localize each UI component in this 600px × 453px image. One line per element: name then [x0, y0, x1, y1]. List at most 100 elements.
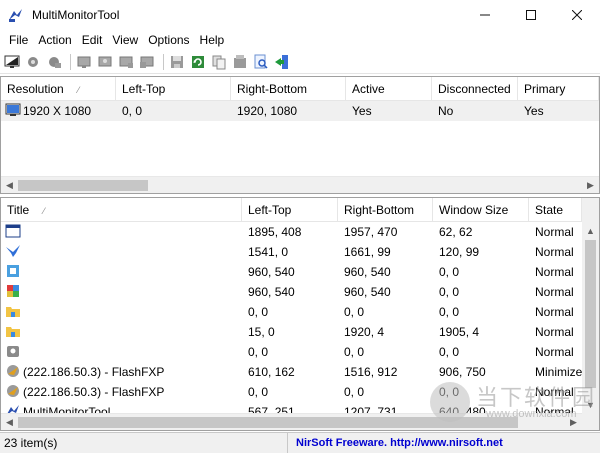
minimize-button[interactable]: [462, 0, 508, 30]
window-icon: [5, 224, 21, 238]
cell-resolution: 1920 X 1080: [1, 101, 116, 121]
cell-right-bottom: 960, 540: [344, 285, 391, 299]
exit-button[interactable]: [273, 53, 291, 71]
status-bar: 23 item(s) NirSoft Freeware. http://www.…: [0, 432, 600, 453]
close-button[interactable]: [554, 0, 600, 30]
menu-action[interactable]: Action: [33, 30, 76, 50]
folder-icon: [6, 327, 20, 337]
save-button[interactable]: [168, 53, 186, 71]
column-header-window-size[interactable]: Window Size: [433, 198, 529, 222]
windows-list[interactable]: Title ⁄ Left-Top Right-Bottom Window Size…: [0, 197, 600, 431]
close-icon: [572, 10, 582, 20]
table-row[interactable]: 960, 540 960, 540 0, 0 Normal: [1, 262, 582, 282]
toolbar-button-monitor-2[interactable]: [96, 53, 114, 71]
column-header-right-bottom[interactable]: Right-Bottom: [338, 198, 433, 222]
menu-edit[interactable]: Edit: [77, 30, 108, 50]
column-header-right-bottom[interactable]: Right-Bottom: [231, 77, 346, 101]
windows-vertical-scrollbar[interactable]: ▲ ▼: [582, 198, 599, 413]
scroll-left-icon[interactable]: ◀: [1, 177, 18, 193]
flashfxp-icon: [7, 365, 19, 377]
scrollbar-thumb[interactable]: [585, 240, 596, 388]
cell-window-size: 120, 99: [439, 245, 480, 259]
table-row[interactable]: 1541, 0 1661, 99 120, 99 Normal: [1, 242, 582, 262]
cell-state: Normal: [535, 385, 574, 399]
table-row[interactable]: 1895, 408 1957, 470 62, 62 Normal: [1, 222, 582, 242]
table-row[interactable]: 960, 540 960, 540 0, 0 Normal: [1, 282, 582, 302]
scroll-right-icon[interactable]: ▶: [565, 414, 582, 430]
window-title: MultiMonitorTool: [32, 8, 120, 22]
title-bar: MultiMonitorTool: [0, 0, 600, 30]
table-row[interactable]: 1920 X 1080 0, 0 1920, 1080 Yes No Yes: [1, 101, 599, 121]
monitor-icon: [140, 56, 154, 68]
monitor-icon: [119, 56, 133, 68]
table-row[interactable]: 15, 0 1920, 4 1905, 4 Normal: [1, 322, 582, 342]
cell-right-bottom: 1920, 4: [344, 325, 385, 339]
cell-right-bottom: 0, 0: [344, 345, 365, 359]
scroll-down-icon[interactable]: ▼: [582, 396, 599, 413]
column-header-primary[interactable]: Primary: [518, 77, 599, 101]
copy-icon: [212, 55, 226, 69]
scrollbar-thumb[interactable]: [18, 417, 518, 428]
cell-left-top: 960, 540: [248, 285, 295, 299]
windows-horizontal-scrollbar[interactable]: ◀ ▶: [1, 413, 582, 430]
nirsoft-link[interactable]: NirSoft Freeware. http://www.nirsoft.net: [288, 433, 503, 453]
column-header-active[interactable]: Active: [346, 77, 432, 101]
scrollbar-thumb[interactable]: [18, 180, 148, 191]
cell-window-size: 0, 0: [439, 285, 460, 299]
monitors-list[interactable]: Resolution ⁄ Left-Top Right-Bottom Active…: [0, 76, 600, 194]
column-label: Title: [7, 203, 30, 217]
cell-left-top: 610, 162: [248, 365, 295, 379]
cell-window-size: 0, 0: [439, 345, 460, 359]
column-header-title[interactable]: Title ⁄: [1, 198, 242, 222]
cell-disconnected: No: [438, 104, 454, 118]
table-row[interactable]: (222.186.50.3) - FlashFXP 610, 162 1516, 9…: [1, 362, 582, 382]
menu-options[interactable]: Options: [143, 30, 194, 50]
toolbar-button-primary[interactable]: [3, 53, 21, 71]
toolbar-button-monitor-3[interactable]: [117, 53, 135, 71]
table-row[interactable]: 0, 0 0, 0 0, 0 Normal: [1, 342, 582, 362]
maximize-button[interactable]: [508, 0, 554, 30]
column-header-left-top[interactable]: Left-Top: [116, 77, 231, 101]
toolbar-button-gear-2[interactable]: [45, 53, 63, 71]
column-header-disconnected[interactable]: Disconnected: [432, 77, 518, 101]
item-count: 23 item(s): [0, 432, 288, 453]
menu-help[interactable]: Help: [195, 30, 230, 50]
cell-state: Normal: [535, 285, 574, 299]
table-row[interactable]: (222.186.50.3) - FlashFXP 0, 0 0, 0 0, 0 Nor…: [1, 382, 582, 402]
save-icon: [171, 55, 183, 68]
find-button[interactable]: [252, 53, 270, 71]
sort-arrow-icon: ⁄: [77, 85, 80, 95]
table-row[interactable]: 0, 0 0, 0 0, 0 Normal: [1, 302, 582, 322]
cell-title: [1, 262, 242, 282]
column-header-left-top[interactable]: Left-Top: [242, 198, 338, 222]
menu-file[interactable]: File: [4, 30, 33, 50]
scroll-right-icon[interactable]: ▶: [582, 177, 599, 193]
column-header-state[interactable]: State: [529, 198, 582, 222]
cell-state: Normal: [535, 245, 574, 259]
menu-bar: File Action Edit View Options Help: [0, 30, 600, 50]
cell-state: Normal: [535, 305, 574, 319]
app-logo-icon: [9, 9, 22, 22]
toolbar-button-monitor-1[interactable]: [75, 53, 93, 71]
monitor-icon: [98, 56, 112, 66]
cell-left-top: 0, 0: [248, 305, 269, 319]
scroll-left-icon[interactable]: ◀: [1, 414, 18, 430]
cell-right-bottom: 1920, 1080: [237, 104, 298, 118]
toolbar-button-monitor-4[interactable]: [138, 53, 156, 71]
gear-icon: [28, 56, 38, 67]
column-header-resolution[interactable]: Resolution ⁄: [1, 77, 116, 101]
gear-icon: [49, 56, 61, 68]
toolbar-button-gear-1[interactable]: [24, 53, 42, 71]
refresh-button[interactable]: [189, 53, 207, 71]
menu-view[interactable]: View: [107, 30, 143, 50]
column-label: Resolution: [7, 82, 64, 96]
cell-title: [1, 242, 242, 262]
monitors-header: Resolution ⁄ Left-Top Right-Bottom Active…: [1, 77, 599, 101]
copy-button[interactable]: [210, 53, 228, 71]
cell-right-bottom: 960, 540: [344, 265, 391, 279]
scroll-up-icon[interactable]: ▲: [582, 222, 599, 239]
monitors-horizontal-scrollbar[interactable]: ◀ ▶: [1, 176, 599, 193]
properties-button[interactable]: [231, 53, 249, 71]
toolbar-separator: [70, 53, 71, 70]
maximize-icon: [526, 10, 536, 20]
